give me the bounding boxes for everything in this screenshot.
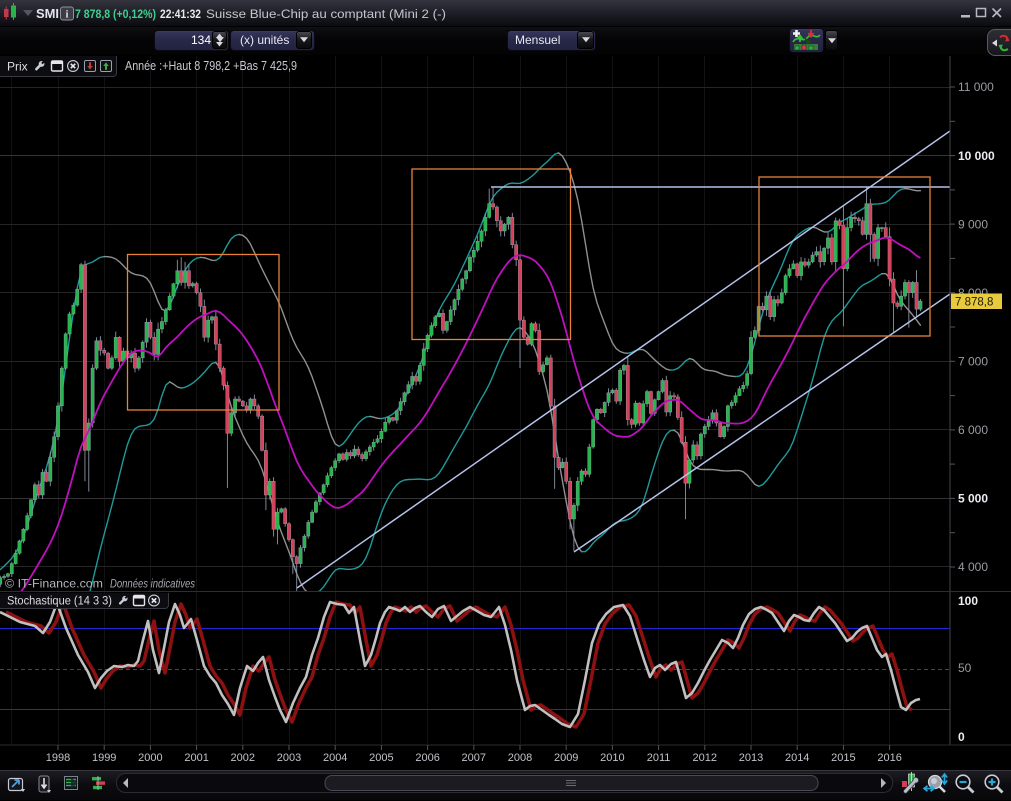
svg-text:1998: 1998 bbox=[46, 752, 70, 764]
svg-text:i: i bbox=[66, 10, 69, 21]
svg-text:0: 0 bbox=[958, 730, 965, 744]
svg-text:2002: 2002 bbox=[231, 752, 255, 764]
svg-text:7 878,8 (+0,12%): 7 878,8 (+0,12%) bbox=[75, 7, 156, 21]
svg-text:Année :+Haut 8 798,2 +Bas 7 42: Année :+Haut 8 798,2 +Bas 7 425,9 bbox=[125, 59, 297, 73]
svg-text:2006: 2006 bbox=[415, 752, 439, 764]
svg-text:2009: 2009 bbox=[554, 752, 578, 764]
svg-text:2003: 2003 bbox=[277, 752, 301, 764]
svg-text:10 000: 10 000 bbox=[958, 149, 995, 163]
svg-text:7 878,8: 7 878,8 bbox=[955, 297, 993, 309]
svg-text:2014: 2014 bbox=[785, 752, 809, 764]
svg-text:2015: 2015 bbox=[831, 752, 855, 764]
svg-text:2008: 2008 bbox=[508, 752, 532, 764]
svg-text:7 000: 7 000 bbox=[958, 355, 988, 369]
svg-text:© IT-Finance.com: © IT-Finance.com bbox=[5, 577, 103, 591]
svg-text:100: 100 bbox=[958, 594, 978, 608]
svg-text:Données indicatives: Données indicatives bbox=[110, 577, 195, 591]
svg-text:Stochastique (14 3 3): Stochastique (14 3 3) bbox=[7, 596, 112, 608]
svg-text:2016: 2016 bbox=[877, 752, 901, 764]
svg-text:50: 50 bbox=[958, 661, 972, 675]
svg-text:Prix: Prix bbox=[7, 60, 28, 74]
svg-text:2011: 2011 bbox=[647, 752, 671, 764]
svg-text:2010: 2010 bbox=[600, 752, 624, 764]
svg-text:2013: 2013 bbox=[739, 752, 763, 764]
svg-text:2004: 2004 bbox=[323, 752, 347, 764]
svg-text:2000: 2000 bbox=[138, 752, 162, 764]
svg-text:1999: 1999 bbox=[92, 752, 116, 764]
svg-text:6 000: 6 000 bbox=[958, 423, 988, 437]
svg-text:2005: 2005 bbox=[369, 752, 393, 764]
svg-text:2012: 2012 bbox=[693, 752, 717, 764]
svg-text:4 000: 4 000 bbox=[958, 560, 988, 574]
svg-text:5 000: 5 000 bbox=[958, 492, 988, 506]
svg-text:2001: 2001 bbox=[184, 752, 208, 764]
svg-text:SMI: SMI bbox=[36, 7, 59, 21]
svg-text:2007: 2007 bbox=[462, 752, 486, 764]
svg-text:9 000: 9 000 bbox=[958, 217, 988, 231]
svg-text:11 000: 11 000 bbox=[958, 80, 994, 94]
svg-text:22:41:32: 22:41:32 bbox=[160, 7, 201, 21]
svg-text:Suisse Blue-Chip au comptant (: Suisse Blue-Chip au comptant (Mini 2 (-) bbox=[206, 7, 446, 21]
